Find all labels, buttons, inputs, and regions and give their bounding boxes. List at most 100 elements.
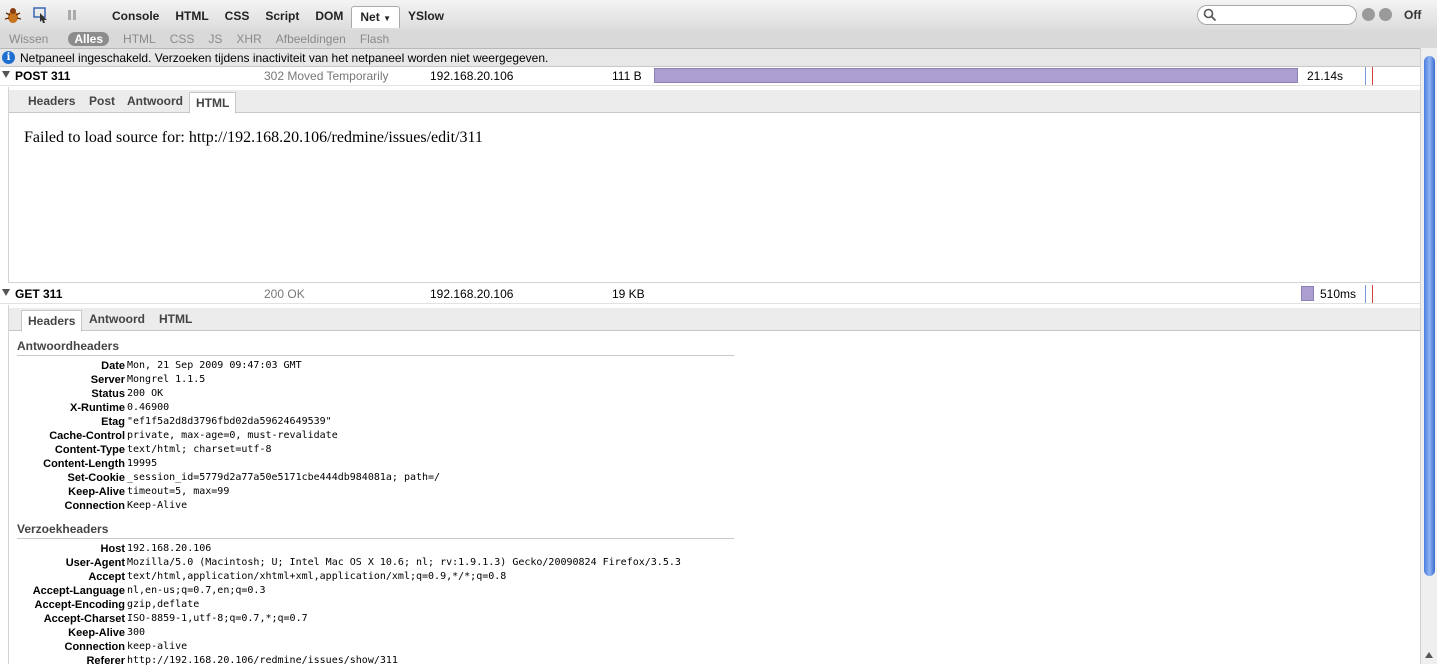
header-name: User-Agent [65, 557, 125, 569]
scrollbar-thumb[interactable] [1424, 56, 1435, 576]
header-name: Etag [101, 416, 125, 428]
pause-icon[interactable] [62, 5, 82, 25]
tab-dom[interactable]: DOM [307, 6, 351, 27]
detail-tab-response[interactable]: Antwoord [127, 94, 183, 108]
header-value: 192.168.20.106 [127, 543, 212, 554]
tab-html[interactable]: HTML [167, 6, 216, 27]
info-bar: i Netpaneel ingeschakeld. Verzoeken tijd… [0, 49, 1437, 67]
header-value: 200 OK [127, 388, 164, 399]
request-status: 302 Moved Temporarily [264, 69, 389, 83]
header-name: Server [90, 374, 125, 386]
page-loaded-line [1372, 67, 1373, 85]
header-value: Mozilla/5.0 (Macintosh; U; Intel Mac OS … [127, 557, 681, 568]
header-row: Keep-Alive timeout=5, max=99 [9, 486, 739, 500]
header-value: Keep-Alive [127, 500, 188, 511]
filter-css[interactable]: CSS [170, 32, 195, 46]
header-row: Set-Cookie _session_id=5779d2a77a50e5171c… [9, 472, 739, 486]
request-headers-title: Verzoekheaders [17, 522, 109, 536]
prev-result-icon[interactable] [1362, 8, 1375, 21]
divider [17, 538, 734, 539]
firebug-toolbar: Console HTML CSS Script DOM Net ▼ YSlow … [0, 0, 1437, 31]
filter-xhr[interactable]: XHR [236, 32, 261, 46]
header-value: text/html; charset=utf-8 [127, 444, 272, 455]
header-value: 19995 [127, 458, 158, 469]
tab-net[interactable]: Net ▼ [351, 6, 400, 28]
header-name: X-Runtime [70, 402, 125, 414]
page-loaded-line [1372, 285, 1373, 303]
search-icon [1203, 8, 1217, 22]
header-row: Content-Length 19995 [9, 458, 739, 472]
off-button[interactable]: Off [1404, 8, 1421, 22]
timeline-bar [654, 68, 1298, 83]
header-name: Referer [86, 655, 125, 667]
dom-loaded-line [1365, 285, 1366, 303]
header-value: keep-alive [127, 641, 188, 652]
header-name: Accept-Encoding [34, 599, 125, 611]
request-row-post[interactable]: POST 311 302 Moved Temporarily 192.168.2… [0, 67, 1420, 86]
header-value: Mon, 21 Sep 2009 09:47:03 GMT [127, 360, 302, 371]
filter-all[interactable]: Alles [68, 32, 110, 46]
firebug-bug-icon[interactable] [3, 5, 23, 25]
request-detail-get: Headers Antwoord HTML Antwoordheaders Da… [8, 305, 1421, 667]
info-icon: i [2, 51, 15, 64]
expand-triangle-icon[interactable] [2, 289, 10, 296]
header-name: Date [101, 360, 125, 372]
header-name: Accept-Charset [43, 613, 125, 625]
header-row: Status 200 OK [9, 388, 739, 402]
clear-button[interactable]: Wissen [9, 32, 48, 46]
header-row: Accept text/html,application/xhtml+xml,ap… [9, 571, 739, 585]
filter-html[interactable]: HTML [123, 32, 156, 46]
tab-console[interactable]: Console [104, 6, 167, 27]
inspect-icon[interactable] [31, 5, 51, 25]
info-text: Netpaneel ingeschakeld. Verzoeken tijden… [20, 50, 549, 65]
request-domain: 192.168.20.106 [430, 287, 514, 301]
filter-flash[interactable]: Flash [360, 32, 389, 46]
header-name: Cache-Control [49, 430, 125, 442]
header-row: X-Runtime 0.46900 [9, 402, 739, 416]
expand-triangle-icon[interactable] [2, 71, 10, 78]
header-name: Accept-Language [32, 585, 125, 597]
filter-js[interactable]: JS [208, 32, 222, 46]
header-name: Content-Length [43, 458, 125, 470]
divider [17, 355, 734, 356]
header-name: Accept [88, 571, 125, 583]
header-name: Connection [64, 500, 126, 512]
dom-loaded-line [1365, 67, 1366, 85]
header-value: timeout=5, max=99 [127, 486, 230, 497]
header-name: Keep-Alive [68, 627, 125, 639]
header-value: Mongrel 1.1.5 [127, 374, 206, 385]
net-filter-bar: Wissen Alles HTML CSS JS XHR Afbeeldinge… [0, 30, 1437, 49]
chevron-down-icon: ▼ [383, 14, 391, 23]
main-tabs: Console HTML CSS Script DOM Net ▼ YSlow [104, 6, 452, 28]
header-name: Content-Type [54, 444, 125, 456]
detail-tab-html[interactable]: HTML [159, 312, 192, 326]
request-detail-post: Headers Post Antwoord HTML Failed to loa… [8, 87, 1421, 283]
vertical-scrollbar[interactable] [1420, 48, 1437, 664]
scroll-up-icon[interactable] [1425, 652, 1433, 658]
detail-tab-headers[interactable]: Headers [28, 94, 75, 108]
request-row-get[interactable]: GET 311 200 OK 192.168.20.106 19 KB 510m… [0, 285, 1420, 304]
request-method-url: POST 311 [15, 69, 71, 83]
detail-tab-post[interactable]: Post [89, 94, 115, 108]
header-value: private, max-age=0, must-revalidate [127, 430, 338, 441]
header-row: Connection Keep-Alive [9, 500, 739, 514]
header-value: gzip,deflate [127, 599, 200, 610]
tab-script[interactable]: Script [257, 6, 307, 27]
request-time: 510ms [1320, 287, 1357, 301]
header-value: "ef1f5a2d8d3796fbd02da59624649539" [127, 416, 332, 427]
search-input[interactable] [1197, 5, 1357, 25]
tab-net-label: Net [360, 10, 380, 24]
tab-yslow[interactable]: YSlow [400, 6, 452, 27]
detail-tab-headers[interactable]: Headers [21, 310, 83, 332]
detail-tabs: Headers Antwoord HTML [9, 308, 1421, 332]
header-row: Host 192.168.20.106 [9, 543, 739, 557]
header-row: Referer http://192.168.20.106/redmine/iss… [9, 655, 739, 669]
filter-images[interactable]: Afbeeldingen [276, 32, 346, 46]
header-row: Keep-Alive 300 [9, 627, 739, 641]
detail-tab-html[interactable]: HTML [189, 92, 237, 114]
next-result-icon[interactable] [1379, 8, 1392, 21]
header-row: Etag "ef1f5a2d8d3796fbd02da59624649539" [9, 416, 739, 430]
header-name: Status [91, 388, 125, 400]
tab-css[interactable]: CSS [217, 6, 258, 27]
detail-tab-response[interactable]: Antwoord [89, 312, 145, 326]
